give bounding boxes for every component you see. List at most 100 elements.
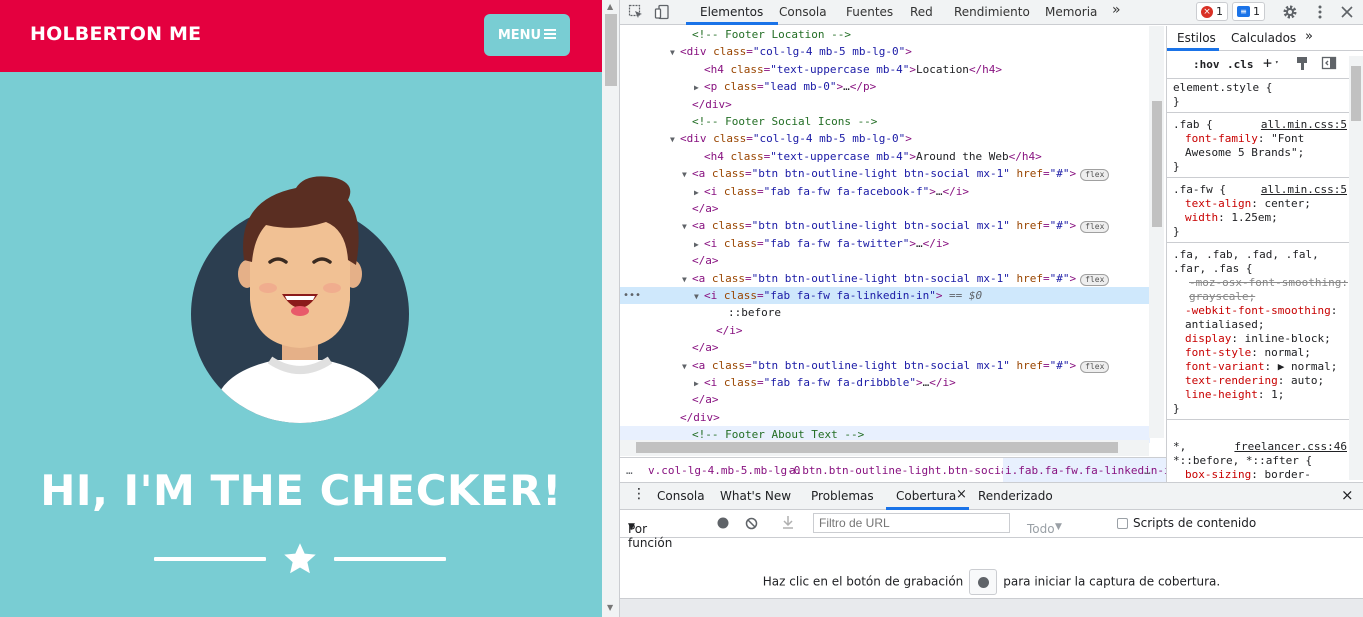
- style-prop[interactable]: box-sizing: border-: [1173, 468, 1349, 482]
- styles-vscrollbar-thumb[interactable]: [1351, 66, 1361, 121]
- export-download-icon[interactable]: [782, 516, 794, 532]
- message-counter[interactable]: ≡ 1: [1232, 2, 1265, 21]
- style-prop[interactable]: display: inline-block;: [1173, 332, 1349, 346]
- dom-node[interactable]: ▼ <div class="col-lg-4 mb-5 mb-lg-0">: [620, 130, 1150, 147]
- elements-hscrollbar[interactable]: [620, 440, 1149, 456]
- styles-vscrollbar[interactable]: [1349, 56, 1363, 480]
- error-counter[interactable]: × 1: [1196, 2, 1228, 21]
- toggle-sidebar-icon[interactable]: [1321, 55, 1337, 74]
- drawer-tab-rendering[interactable]: Renderizado: [978, 489, 1053, 503]
- style-rule-fab[interactable]: .fab {all.min.css:5 font-family: "Font A…: [1167, 116, 1349, 178]
- close-devtools-icon[interactable]: [1339, 4, 1355, 20]
- start-recording-button[interactable]: [969, 569, 998, 595]
- scroll-down-icon[interactable]: ▼: [607, 603, 613, 612]
- drawer-tab-coverage[interactable]: Cobertura: [896, 489, 956, 503]
- tab-sources[interactable]: Fuentes: [846, 5, 893, 19]
- flex-badge[interactable]: flex: [1080, 169, 1110, 182]
- page-scrollbar-thumb[interactable]: [605, 14, 617, 86]
- content-scripts-checkbox[interactable]: [1117, 518, 1128, 529]
- dom-node[interactable]: ::before: [620, 304, 1150, 321]
- breadcrumb-overflow-left[interactable]: …: [626, 458, 633, 482]
- drawer-tab-console[interactable]: Consola: [657, 489, 705, 503]
- dom-node[interactable]: </a>: [620, 391, 1150, 408]
- record-icon[interactable]: [717, 517, 729, 532]
- style-prop[interactable]: width: 1.25em;: [1173, 211, 1349, 225]
- tab-elements[interactable]: Elementos: [700, 5, 763, 19]
- tab-memory[interactable]: Memoria: [1045, 5, 1097, 19]
- dom-node[interactable]: <!-- Footer Location -->: [620, 26, 1150, 43]
- expand-arrow-open-icon[interactable]: ▼: [670, 44, 680, 61]
- dom-node[interactable]: <h4 class="text-uppercase mb-4">Around t…: [620, 148, 1150, 165]
- dom-node[interactable]: </a>: [620, 200, 1150, 217]
- style-prop-struck[interactable]: -moz-osx-font-smoothing: grayscale;: [1173, 276, 1349, 304]
- tab-styles[interactable]: Estilos: [1177, 31, 1216, 45]
- dom-node[interactable]: </i>: [620, 322, 1150, 339]
- drawer-tab-whats-new[interactable]: What's New: [720, 489, 791, 503]
- breadcrumb-overflow-right[interactable]: …: [1144, 458, 1151, 482]
- style-rule-fa-fw[interactable]: .fa-fw {all.min.css:5 text-align: center…: [1167, 181, 1349, 243]
- elements-tree[interactable]: <!-- Footer Location --> ▼ <div class="col…: [620, 26, 1166, 456]
- tab-network[interactable]: Red: [910, 5, 933, 19]
- dom-node[interactable]: </a>: [620, 339, 1150, 356]
- elements-hscrollbar-thumb[interactable]: [636, 442, 1118, 453]
- inspect-element-icon[interactable]: [628, 4, 644, 20]
- expand-arrow-closed-icon[interactable]: ▶: [694, 236, 704, 253]
- dom-node[interactable]: </a>: [620, 252, 1150, 269]
- hov-toggle[interactable]: :hov: [1193, 58, 1220, 71]
- node-actions-icon[interactable]: •••: [623, 287, 641, 304]
- dom-node[interactable]: ▶ <i class="fab fa-fw fa-dribbble">…</i>: [620, 374, 1150, 391]
- style-prop[interactable]: font-family: "Font Awesome 5 Brands";: [1173, 132, 1349, 160]
- flex-badge[interactable]: flex: [1080, 273, 1110, 286]
- expand-arrow-open-icon[interactable]: ▼: [682, 358, 692, 375]
- elements-vscrollbar-thumb[interactable]: [1152, 101, 1162, 227]
- style-rule-element[interactable]: element.style { }: [1167, 79, 1349, 113]
- tab-performance[interactable]: Rendimiento: [954, 5, 1030, 19]
- style-prop[interactable]: font-variant: ▶ normal;: [1173, 360, 1349, 374]
- style-prop[interactable]: text-align: center;: [1173, 197, 1349, 211]
- style-prop[interactable]: -webkit-font-smoothing: antialiased;: [1173, 304, 1349, 332]
- style-rule-universal[interactable]: *, freelancer.css:46 *::before, *::after …: [1167, 438, 1349, 482]
- close-coverage-tab-icon[interactable]: ×: [956, 487, 967, 502]
- expand-arrow-closed-icon[interactable]: ▶: [694, 375, 704, 392]
- breadcrumb-i-selected[interactable]: i.fab.fa-fw.fa-linkedin-in: [1003, 458, 1166, 482]
- brand-logo[interactable]: HOLBERTON ME: [30, 23, 201, 45]
- page-scrollbar[interactable]: ▲ ▼: [602, 0, 620, 617]
- dom-node[interactable]: </div>: [620, 409, 1150, 426]
- expand-arrow-open-icon[interactable]: ▼: [682, 271, 692, 288]
- dom-node[interactable]: ▶ <p class="lead mb-0">…</p>: [620, 78, 1150, 95]
- dom-node[interactable]: ▶ <i class="fab fa-fw fa-twitter">…</i>: [620, 235, 1150, 252]
- dom-node[interactable]: ▼ <a class="btn btn-outline-light btn-soc…: [620, 357, 1150, 374]
- dom-node[interactable]: <!-- Footer Social Icons -->: [620, 113, 1150, 130]
- scroll-up-icon[interactable]: ▲: [607, 2, 613, 11]
- rule-source-link[interactable]: all.min.css:5: [1261, 118, 1347, 132]
- rule-source-link[interactable]: freelancer.css:46: [1234, 440, 1347, 454]
- more-tabs-button[interactable]: »: [1112, 2, 1121, 18]
- paint-brush-icon[interactable]: [1295, 55, 1309, 74]
- device-toolbar-icon[interactable]: [654, 4, 670, 20]
- dom-node[interactable]: <h4 class="text-uppercase mb-4">Location…: [620, 61, 1150, 78]
- style-prop[interactable]: line-height: 1;: [1173, 388, 1349, 402]
- breadcrumb-div[interactable]: v.col-lg-4.mb-5.mb-lg-0: [648, 458, 800, 482]
- tab-computed[interactable]: Calculados: [1231, 31, 1296, 45]
- dom-node[interactable]: ▶ <i class="fab fa-fw fa-facebook-f">…</i…: [620, 183, 1150, 200]
- dom-node[interactable]: </div>: [620, 96, 1150, 113]
- dom-node[interactable]: ▼ <a class="btn btn-outline-light btn-soc…: [620, 165, 1150, 182]
- expand-arrow-closed-icon[interactable]: ▶: [694, 79, 704, 96]
- styles-more-tabs[interactable]: »: [1305, 29, 1313, 44]
- style-prop[interactable]: text-rendering: auto;: [1173, 374, 1349, 388]
- drawer-tab-issues[interactable]: Problemas: [811, 489, 874, 503]
- flex-badge[interactable]: flex: [1080, 221, 1110, 234]
- close-drawer-icon[interactable]: ×: [1341, 486, 1354, 504]
- dom-node[interactable]: ▼ <a class="btn btn-outline-light btn-soc…: [620, 270, 1150, 287]
- new-rule-caret-icon[interactable]: ▾: [1275, 59, 1279, 66]
- expand-arrow-open-icon[interactable]: ▼: [682, 166, 692, 183]
- kebab-menu-icon[interactable]: [1312, 4, 1328, 20]
- cls-toggle[interactable]: .cls: [1227, 58, 1254, 71]
- dom-node[interactable]: ▼ <div class="col-lg-4 mb-5 mb-lg-0">: [620, 43, 1150, 60]
- new-rule-plus-icon[interactable]: +: [1263, 54, 1272, 72]
- expand-arrow-open-icon[interactable]: ▼: [694, 288, 704, 305]
- menu-button[interactable]: MENU: [484, 14, 570, 56]
- tab-console[interactable]: Consola: [779, 5, 827, 19]
- rule-source-link[interactable]: all.min.css:5: [1261, 183, 1347, 197]
- dom-node-selected[interactable]: ▼ <i class="fab fa-fw fa-linkedin-in"> ==…: [620, 287, 1150, 304]
